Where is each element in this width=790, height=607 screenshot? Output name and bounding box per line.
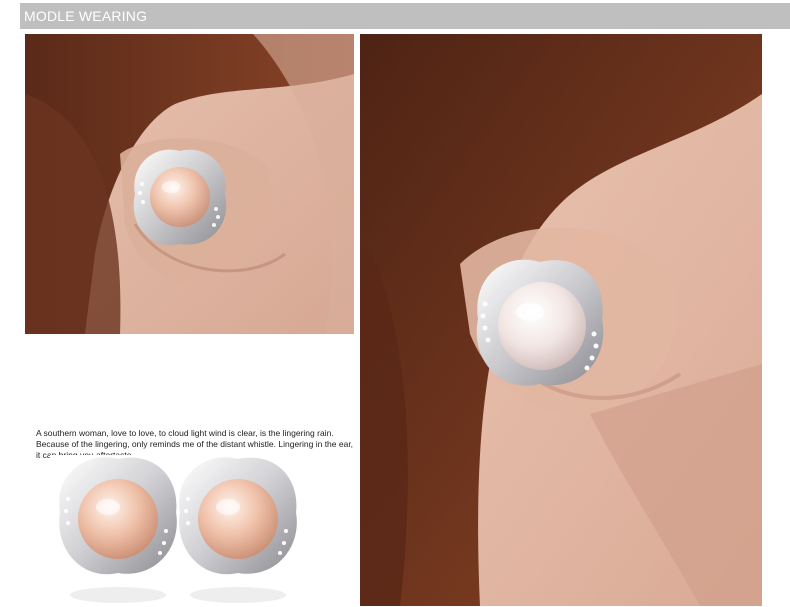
white-pearl-earring-on-ear-image: [360, 34, 762, 606]
earring-pair-photo: [50, 455, 310, 607]
model-ear-photo-right: [360, 34, 762, 606]
caption-line-1: A southern woman, love to love, to cloud…: [36, 428, 334, 438]
model-ear-photo-left: [25, 34, 354, 334]
pink-pearl-earring-pair-image: [50, 455, 310, 607]
section-title: MODLE WEARING: [24, 8, 148, 24]
caption-line-2: Because of the lingering, only reminds m…: [36, 439, 354, 449]
pink-pearl-earring-on-ear-image: [25, 34, 354, 334]
section-header: MODLE WEARING: [20, 3, 790, 29]
